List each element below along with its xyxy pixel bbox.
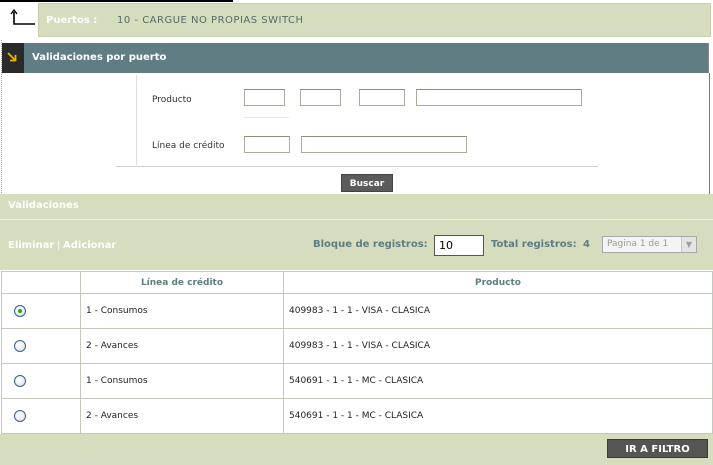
right-rule — [709, 73, 710, 195]
row-linea: 1 - Consumos — [80, 293, 284, 329]
bloque-label: Bloque de registros: — [313, 239, 428, 250]
producto-field-2[interactable] — [300, 89, 341, 106]
linea-field-2[interactable] — [301, 136, 467, 153]
section-icon-box — [2, 43, 24, 73]
row-producto: 540691 - 1 - 1 - MC - CLASICA — [283, 363, 713, 399]
row-select-cell — [1, 328, 81, 364]
form-divider — [136, 75, 137, 165]
table-header-row: Línea de crédito Producto — [1, 271, 713, 294]
header-linea: Línea de crédito — [80, 271, 284, 294]
row-select-cell — [1, 398, 81, 434]
page-select-value: Pagina 1 de 1 — [607, 239, 669, 249]
form-bottom-rule — [116, 166, 598, 167]
chevron-down-icon[interactable]: ▼ — [681, 237, 696, 252]
total-label: Total registros: — [491, 239, 577, 250]
total-value: 4 — [583, 239, 590, 250]
section-title: Validaciones por puerto — [32, 52, 167, 63]
validaciones-table: Línea de crédito Producto 1 - Consumos 4… — [1, 271, 713, 434]
adicionar-link[interactable]: Adicionar — [63, 240, 116, 251]
row-radio[interactable] — [14, 340, 26, 352]
linea-label: Línea de crédito — [152, 141, 225, 151]
bloque-input[interactable] — [434, 235, 484, 256]
producto-field-1[interactable] — [244, 89, 285, 106]
field-underline — [244, 117, 289, 118]
breadcrumb-value: 10 - CARGUE NO PROPIAS SWITCH — [117, 15, 304, 26]
breadcrumb: Puertos : 10 - CARGUE NO PROPIAS SWITCH — [38, 3, 711, 37]
page-select[interactable]: Pagina 1 de 1 ▼ — [602, 236, 697, 253]
buscar-button[interactable]: Buscar — [341, 174, 393, 192]
header-producto: Producto — [283, 271, 713, 294]
row-select-cell — [1, 363, 81, 399]
eliminar-link[interactable]: Eliminar — [8, 240, 54, 251]
return-arrow-icon — [10, 8, 35, 25]
producto-field-3[interactable] — [359, 89, 405, 106]
linea-field-1[interactable] — [244, 136, 290, 153]
row-select-cell — [1, 293, 81, 329]
row-radio[interactable] — [14, 410, 26, 422]
row-linea: 2 - Avances — [80, 328, 284, 364]
row-producto: 540691 - 1 - 1 - MC - CLASICA — [283, 398, 713, 434]
row-producto: 409983 - 1 - 1 - VISA - CLASICA — [283, 293, 713, 329]
header-select — [1, 271, 81, 294]
row-producto: 409983 - 1 - 1 - VISA - CLASICA — [283, 328, 713, 364]
row-linea: 1 - Consumos — [80, 363, 284, 399]
ir-a-filtro-button[interactable]: IR A FILTRO — [607, 439, 708, 458]
section-edge — [708, 43, 713, 73]
row-linea: 2 - Avances — [80, 398, 284, 434]
table-row[interactable]: 1 - Consumos 409983 - 1 - 1 - VISA - CLA… — [1, 293, 713, 329]
row-radio[interactable] — [14, 375, 26, 387]
validaciones-band — [0, 194, 713, 270]
producto-field-4[interactable] — [416, 89, 582, 106]
row-radio[interactable] — [14, 305, 26, 317]
table-row[interactable]: 1 - Consumos 540691 - 1 - 1 - MC - CLASI… — [1, 363, 713, 399]
breadcrumb-label: Puertos : — [46, 15, 98, 26]
arrow-down-right-icon — [7, 52, 17, 62]
producto-label: Producto — [152, 95, 192, 105]
band-separator — [0, 219, 713, 220]
validaciones-title: Validaciones — [8, 200, 79, 211]
table-row[interactable]: 2 - Avances 540691 - 1 - 1 - MC - CLASIC… — [1, 398, 713, 434]
link-separator: | — [57, 240, 61, 251]
table-row[interactable]: 2 - Avances 409983 - 1 - 1 - VISA - CLAS… — [1, 328, 713, 364]
top-rule — [0, 0, 233, 2]
section-header: Validaciones por puerto — [2, 43, 708, 73]
